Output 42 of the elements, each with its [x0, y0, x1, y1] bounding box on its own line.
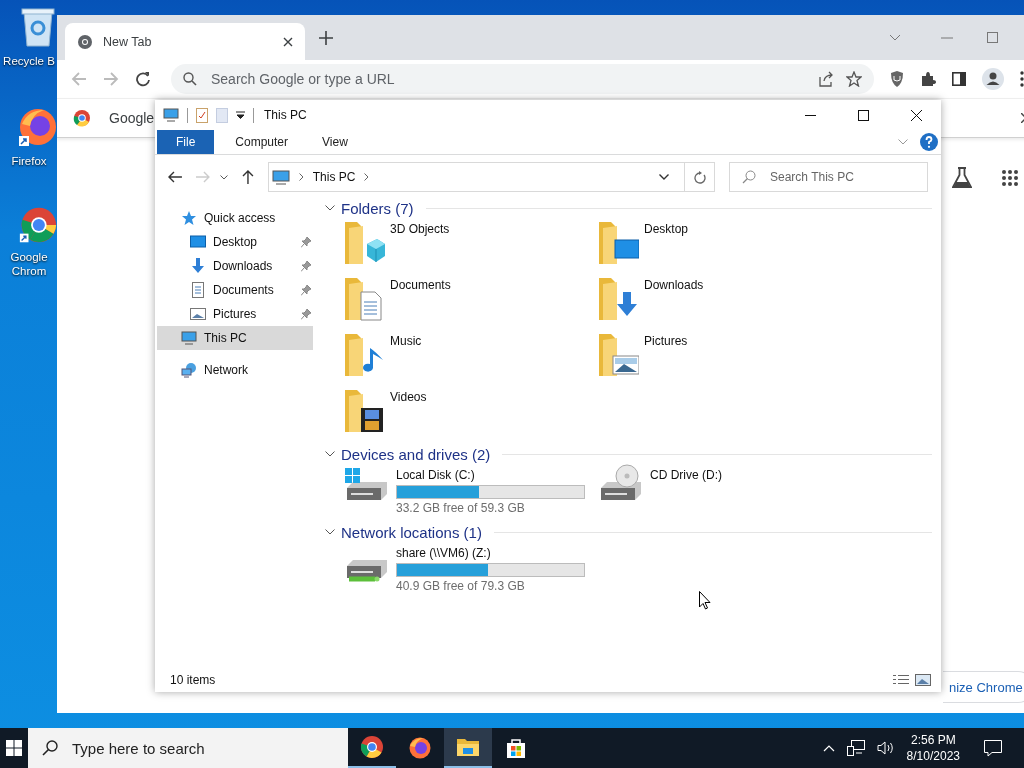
- item-name[interactable]: Documents: [390, 278, 451, 292]
- nav-item[interactable]: Quick access: [157, 206, 313, 230]
- item-name[interactable]: Downloads: [644, 278, 704, 292]
- desktop-icon-label[interactable]: Recycle B: [0, 54, 58, 68]
- item-name[interactable]: Pictures: [644, 334, 688, 348]
- section-header[interactable]: Network locations (1): [341, 523, 482, 541]
- taskbar-search-field[interactable]: Type here to search: [70, 738, 348, 758]
- clock-date[interactable]: 8/10/2023: [906, 748, 960, 764]
- taskbar-search-box[interactable]: Type here to search: [28, 728, 348, 768]
- ribbon-tab[interactable]: Computer: [218, 130, 306, 154]
- nav-item[interactable]: This PC: [157, 326, 313, 350]
- item-name[interactable]: 3D Objects: [390, 222, 450, 236]
- item-name[interactable]: share (\\VM6) (Z:): [396, 546, 585, 560]
- status-text: 10 items: [170, 673, 216, 687]
- nav-item[interactable]: Network: [157, 358, 313, 382]
- ribbon-tab[interactable]: File: [157, 130, 215, 154]
- item-name[interactable]: Desktop: [644, 222, 689, 236]
- section-header[interactable]: Devices and drives (2): [341, 445, 491, 463]
- ribbon-tab[interactable]: View: [305, 130, 365, 154]
- browser-tab[interactable]: New Tab: [65, 23, 305, 60]
- section-header[interactable]: Folders (7): [341, 199, 414, 217]
- free-space-text: 33.2 GB free of 59.3 GB: [396, 501, 526, 515]
- search-box[interactable]: Search This PC: [729, 162, 928, 192]
- item-name[interactable]: Videos: [390, 390, 427, 404]
- breadcrumb[interactable]: This PC: [312, 170, 356, 184]
- free-space-text: 40.9 GB free of 79.3 GB: [396, 579, 526, 593]
- window-title: This PC: [264, 108, 307, 122]
- nav-item[interactable]: Downloads: [157, 254, 313, 278]
- omnibox[interactable]: Search Google or type a URL: [171, 64, 874, 94]
- customize-chrome-button[interactable]: nize Chrome: [943, 671, 1024, 703]
- item-name[interactable]: CD Drive (D:): [650, 468, 722, 482]
- address-field[interactable]: Search Google or type a URL: [209, 70, 806, 88]
- item-name[interactable]: Local Disk (C:): [396, 468, 585, 482]
- item-name[interactable]: Music: [390, 334, 422, 348]
- nav-item[interactable]: Pictures: [157, 302, 313, 326]
- clock-time[interactable]: 2:56 PM: [910, 732, 956, 748]
- address-bar[interactable]: This PC: [267, 162, 715, 192]
- desktop-icon-label[interactable]: Google Chrom: [0, 250, 58, 278]
- desktop-icon-label[interactable]: Firefox: [0, 154, 58, 168]
- shortcut-label[interactable]: Google: [109, 110, 155, 126]
- nav-item[interactable]: Desktop: [157, 230, 313, 254]
- nav-item[interactable]: Documents: [157, 278, 313, 302]
